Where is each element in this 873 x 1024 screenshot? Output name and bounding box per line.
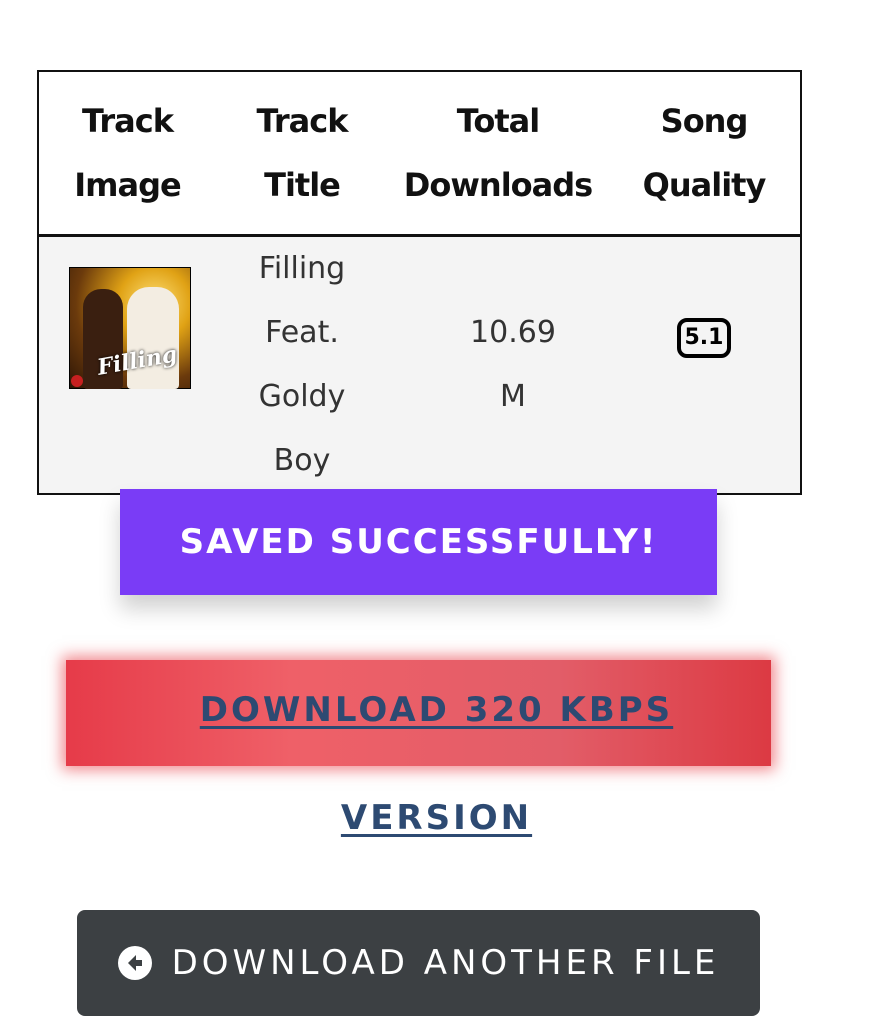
track-cover-image: Filling bbox=[69, 267, 191, 389]
header-track-image: Track Image bbox=[37, 70, 216, 237]
header-song-quality: Song Quality bbox=[608, 70, 802, 237]
download-another-file-button[interactable]: DOWNLOAD ANOTHER FILE bbox=[77, 910, 760, 1016]
track-table: Track Image Track Title Total Downloads … bbox=[37, 70, 802, 495]
cell-track-title: Filling Feat. Goldy Boy bbox=[216, 235, 388, 495]
cell-song-quality: 5.1 bbox=[608, 235, 802, 495]
table-header-row: Track Image Track Title Total Downloads … bbox=[37, 70, 802, 237]
cell-total-downloads: 10.69 M bbox=[388, 235, 608, 495]
download-320-link[interactable]: DOWNLOAD 320 KBPS bbox=[0, 690, 873, 730]
arrow-left-circle-icon bbox=[117, 946, 152, 980]
cell-track-image: Filling bbox=[37, 235, 216, 495]
table-row: Filling Filling Feat. Goldy Boy 10.69 M … bbox=[37, 235, 802, 495]
header-track-title: Track Title bbox=[216, 70, 388, 237]
header-total-downloads: Total Downloads bbox=[388, 70, 608, 237]
download-another-file-label: DOWNLOAD ANOTHER FILE bbox=[171, 943, 720, 983]
download-320-link-version[interactable]: VERSION bbox=[0, 798, 873, 838]
saved-successfully-button[interactable]: SAVED SUCCESSFULLY! bbox=[120, 489, 717, 595]
surround-5-1-icon: 5.1 bbox=[676, 318, 732, 358]
